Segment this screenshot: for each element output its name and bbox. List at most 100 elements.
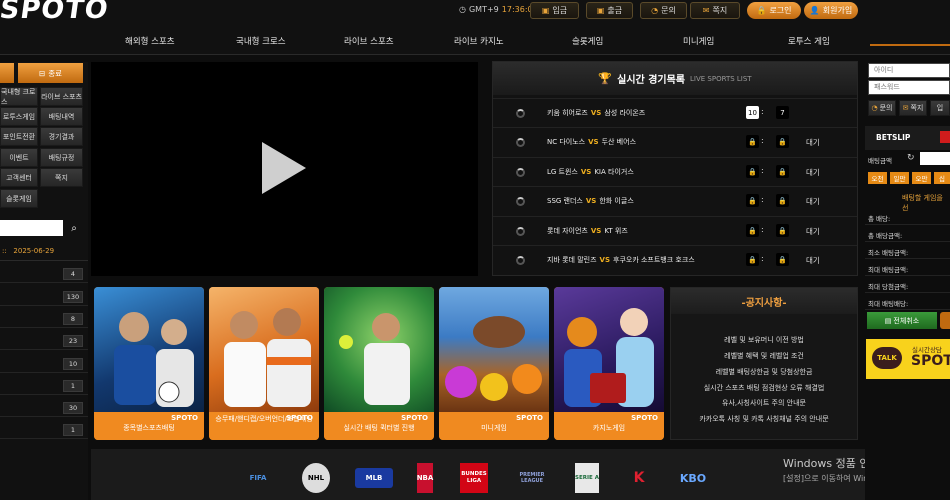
game-card-cross[interactable]: SPOTO 승무패/핸디캡/오버언더/조합배팅 <box>209 287 319 440</box>
nav-live-sports[interactable]: 라이브 스포츠 <box>344 35 394 47</box>
lock-icon: 🔒 <box>776 253 789 266</box>
left-date-bar: :: 2025-06-29 <box>0 241 88 261</box>
count-badge: 10 <box>63 358 83 370</box>
login-button[interactable]: 🔒 로그인 <box>747 2 801 19</box>
notice-item[interactable]: 레벨 및 보유머니 이전 방법 <box>671 335 857 345</box>
trash-icon: ▤ <box>884 316 892 325</box>
left-orange-tab[interactable] <box>0 63 14 83</box>
list-item[interactable]: 8 <box>0 310 88 328</box>
match-row[interactable]: 롯데 자이언츠 VS KT 위즈 🔒 : 🔒 대기 <box>493 216 857 245</box>
deposit-button[interactable]: ▣ 입금 <box>530 2 579 19</box>
lock-icon: 🔒 <box>746 194 759 207</box>
away-score: 7 <box>776 106 789 119</box>
list-item[interactable]: 130 <box>0 288 88 306</box>
count-badge: 1 <box>63 380 83 392</box>
nav-live-casino[interactable]: 라이브 카지노 <box>454 35 504 47</box>
lock-icon: 🔒 <box>746 165 759 178</box>
site-logo[interactable]: SPOTO <box>0 0 111 25</box>
nav-slot-games[interactable]: 슬롯게임 <box>572 35 603 47</box>
nav-lotus-games[interactable]: 로투스 게임 <box>788 35 830 47</box>
clear-all-button[interactable]: ▤ 전체취소 <box>867 312 937 329</box>
kakaotalk-banner[interactable]: TALK 실시간상담 SPOTO <box>866 339 950 379</box>
right-message-button[interactable]: ✉ 쪽지 <box>899 100 927 116</box>
mail-icon: ✉ <box>902 104 909 112</box>
menu-bet-rules[interactable]: 배팅규정 <box>40 148 83 167</box>
loading-icon <box>516 197 525 206</box>
notice-item[interactable]: 실시간 스포츠 배팅 점검현상 오류 해결법 <box>671 383 857 393</box>
menu-live-sports[interactable]: 라이브 스포츠 <box>40 87 83 106</box>
register-button[interactable]: 👤 회원가입 <box>804 2 858 19</box>
list-item[interactable]: 30 <box>0 399 88 417</box>
play-icon[interactable] <box>262 142 306 194</box>
list-item[interactable]: 23 <box>0 332 88 350</box>
match-row[interactable]: NC 다이노스 VS 두산 베어스 🔒 : 🔒 대기 <box>493 127 857 156</box>
list-item[interactable]: 10 <box>0 355 88 373</box>
fifa-logo: FIFA <box>249 474 267 482</box>
list-item[interactable]: 1 <box>0 421 88 439</box>
count-badge: 1 <box>63 424 83 436</box>
betslip-row: 총 배당: <box>865 208 950 225</box>
refresh-icon[interactable]: ↻ <box>907 153 915 163</box>
bet-amount-input[interactable] <box>920 152 950 165</box>
betslip-toggle[interactable] <box>940 131 950 143</box>
count-badge: 30 <box>63 402 83 414</box>
count-badge: 4 <box>63 268 83 280</box>
lock-icon: 🔒 <box>746 253 759 266</box>
match-row[interactable]: SSG 랜더스 VS 한화 이글스 🔒 : 🔒 대기 <box>493 186 857 215</box>
message-button[interactable]: ✉ 쪽지 <box>690 2 740 19</box>
chip-50000[interactable]: 오만 <box>912 172 931 184</box>
inquiry-button[interactable]: ◔ 문의 <box>640 2 687 19</box>
card-label: 종목별스포츠배팅 <box>123 424 175 432</box>
right-deposit-button[interactable]: 입 <box>930 100 950 116</box>
match-status: 대기 <box>806 197 820 206</box>
betslip-row: 최대 배팅금액: <box>865 259 950 276</box>
menu-slot-games[interactable]: 슬롯게임 <box>0 189 38 208</box>
bet-submit-button[interactable] <box>940 312 950 329</box>
lock-icon: 🔒 <box>746 135 759 148</box>
chip-5000[interactable]: 오천 <box>868 172 887 184</box>
menu-match-results[interactable]: 경기결과 <box>40 127 83 146</box>
notice-item[interactable]: 레벨별 배팅상한금 및 당첨상한금 <box>671 367 857 377</box>
right-inquiry-button[interactable]: ◔ 문의 <box>868 100 896 116</box>
match-row[interactable]: 키움 히어로즈 VS 삼성 라이온즈 10 : 7 <box>493 98 857 127</box>
password-input[interactable] <box>868 80 950 95</box>
nav-mini-games[interactable]: 미니게임 <box>683 35 714 47</box>
betslip-row: 최소 배팅금액: <box>865 242 950 259</box>
betslip-title: BETSLIP <box>876 133 911 142</box>
game-card-live[interactable]: SPOTO 실시간 배팅 퀵터별 진행 <box>324 287 434 440</box>
list-item[interactable]: 4 <box>0 265 88 283</box>
menu-bet-history[interactable]: 배팅내역 <box>40 107 83 126</box>
casino-illustration <box>564 308 654 407</box>
logout-button[interactable]: ⊟ 종료 <box>18 63 83 83</box>
chip-100000[interactable]: 십 <box>934 172 950 184</box>
live-sports-list: 🏆 실시간 경기목록 LIVE SPORTS LIST 키움 히어로즈 VS 삼성 … <box>492 61 858 276</box>
notice-item[interactable]: 레벨별 혜택 및 레벨업 조건 <box>671 351 857 361</box>
nav-overseas-sports[interactable]: 해외형 스포츠 <box>125 35 175 47</box>
left-search-input[interactable] <box>0 220 63 236</box>
mail-icon: ✉ <box>702 6 710 15</box>
timezone: GMT+9 <box>468 5 499 14</box>
clock: ◷ GMT+9 17:36:03 <box>459 5 538 14</box>
list-item[interactable]: 1 <box>0 377 88 395</box>
menu-messages[interactable]: 쪽지 <box>40 168 83 187</box>
chat-icon: ◔ <box>651 6 659 15</box>
chat-icon: ◔ <box>871 104 878 112</box>
menu-events[interactable]: 이벤트 <box>0 148 38 167</box>
talk-icon: TALK <box>872 347 902 369</box>
id-input[interactable] <box>868 63 950 78</box>
withdraw-button[interactable]: ▣ 출금 <box>586 2 633 19</box>
notice-item[interactable]: 카카오톡 사칭 및 카톡 사칭채널 주의 안내문 <box>671 414 857 424</box>
nav-domestic-cross[interactable]: 국내형 크로스 <box>236 35 286 47</box>
chip-10000[interactable]: 일만 <box>890 172 909 184</box>
search-icon[interactable]: ⌕ <box>66 220 82 236</box>
menu-lotus-game[interactable]: 로투스게임 <box>0 107 38 126</box>
menu-customer-center[interactable]: 고객센터 <box>0 168 38 187</box>
match-row[interactable]: LG 트윈스 VS KIA 타이거스 🔒 : 🔒 대기 <box>493 157 857 186</box>
menu-point-convert[interactable]: 포인트전환 <box>0 127 38 146</box>
notice-item[interactable]: 유사,사칭사이트 주의 안내문 <box>671 398 857 408</box>
game-card-casino[interactable]: SPOTO 카지노게임 <box>554 287 664 440</box>
menu-domestic-cross[interactable]: 국내형 크로스 <box>0 87 38 106</box>
game-card-sports[interactable]: SPOTO 종목별스포츠배팅 <box>94 287 204 440</box>
game-card-minigame[interactable]: SPOTO 미니게임 <box>439 287 549 440</box>
match-row[interactable]: 지바 롯데 말린즈 VS 후쿠오카 소프트뱅크 호크스 🔒 : 🔒 대기 <box>493 245 857 274</box>
